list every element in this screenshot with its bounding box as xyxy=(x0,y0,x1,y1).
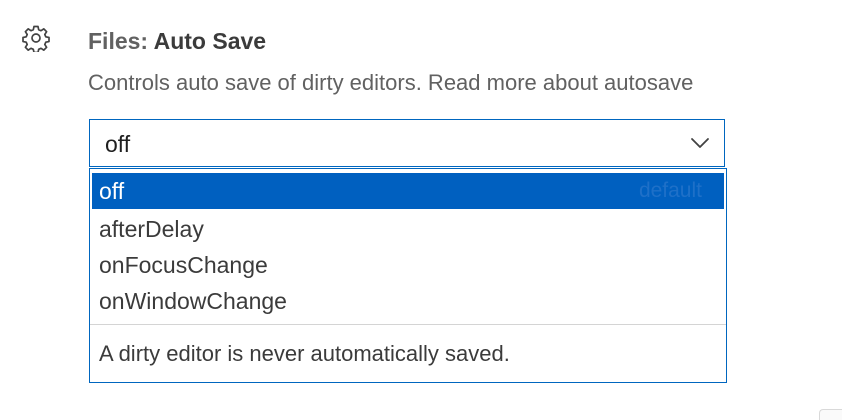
auto-save-select[interactable]: off xyxy=(89,119,725,167)
option-on-window-change[interactable]: onWindowChange xyxy=(92,283,724,319)
option-label: onFocusChange xyxy=(99,252,268,278)
autosave-link[interactable]: autosave xyxy=(604,70,693,95)
option-on-focus-change[interactable]: onFocusChange xyxy=(92,247,724,283)
option-label: afterDelay xyxy=(99,216,204,242)
setting-category: Files: xyxy=(88,28,154,54)
setting-description-text: Controls auto save of dirty editors. Rea… xyxy=(88,70,605,95)
chevron-down-icon xyxy=(690,135,710,151)
auto-save-dropdown: off default afterDelay onFocusChange onW… xyxy=(89,168,727,383)
setting-title: Files: Auto Save xyxy=(88,26,266,56)
option-label: off xyxy=(99,178,125,204)
option-off[interactable]: off default xyxy=(92,173,724,209)
default-badge: default xyxy=(638,179,702,202)
select-value: off xyxy=(105,131,131,157)
option-after-delay[interactable]: afterDelay xyxy=(92,211,724,247)
gear-icon[interactable] xyxy=(22,24,50,54)
setting-name: Auto Save xyxy=(153,28,267,54)
setting-item-files-auto-save: Files: Auto Save Controls auto save of d… xyxy=(0,0,842,420)
option-description: A dirty editor is never automatically sa… xyxy=(99,341,510,366)
option-label: onWindowChange xyxy=(99,288,287,314)
dropdown-separator xyxy=(90,324,726,325)
setting-description: Controls auto save of dirty editors. Rea… xyxy=(88,68,693,98)
corner-handle xyxy=(819,409,842,420)
